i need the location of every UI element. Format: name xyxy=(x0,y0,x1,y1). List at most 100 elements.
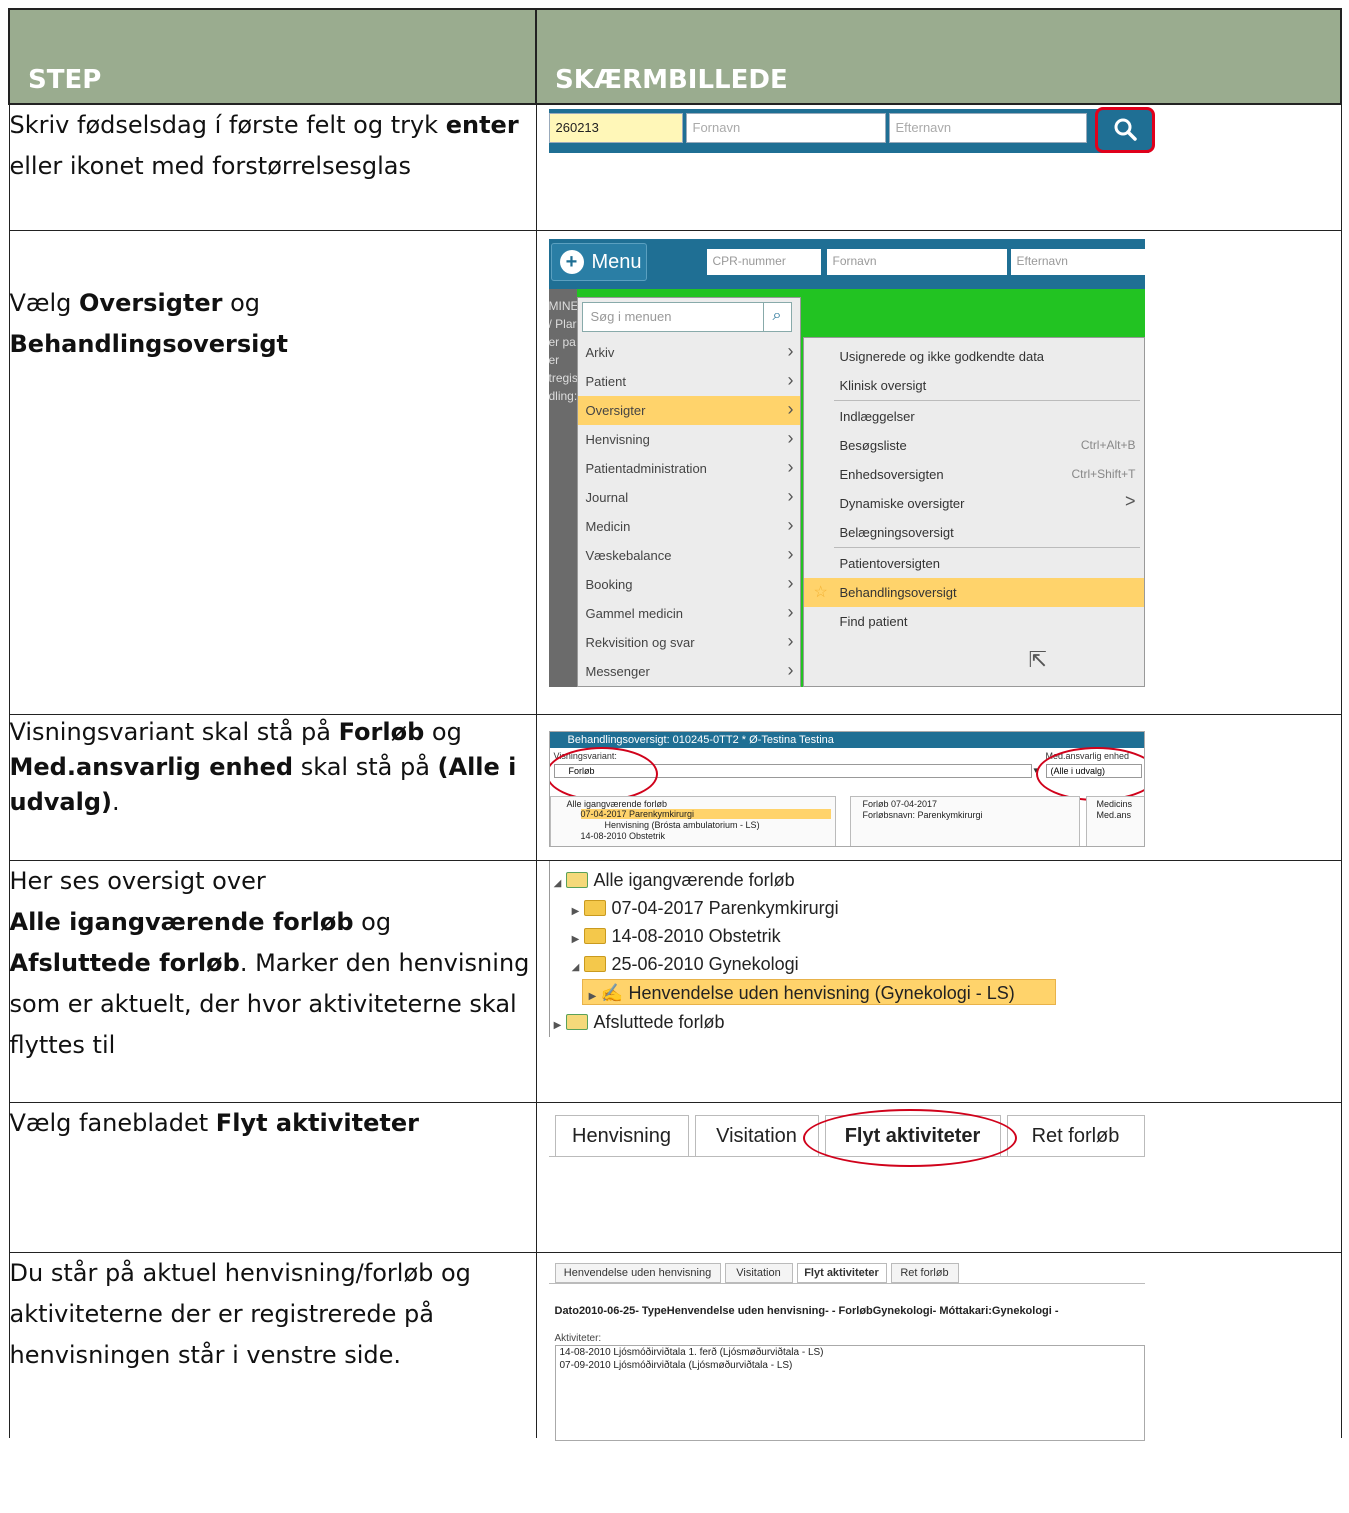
detail-panel: Forløb 07-04-2017 Forløbsnavn: Parenkymk… xyxy=(849,795,1080,846)
mouse-cursor-icon: ⇱ xyxy=(1028,646,1047,672)
menu-item-rekvisition[interactable]: Rekvisition og svar › xyxy=(578,628,800,657)
forlob-info: Dato2010-06-25- TypeHenvendelse uden hen… xyxy=(554,1304,1059,1317)
menu-item-messenger[interactable]: Messenger › xyxy=(578,657,800,686)
tree-panel: Alle igangværende forløb 07-04-2017 Pare… xyxy=(549,795,836,846)
tab-divider xyxy=(548,1282,1145,1284)
menu-item-journal[interactable]: Journal › xyxy=(578,483,800,512)
submenu-item-patientoversigten[interactable]: Patientoversigten xyxy=(804,549,1144,578)
submenu-oversigter: Usignerede og ikke godkendte data Klinis… xyxy=(802,336,1145,687)
screenshot-6: Henvendelse uden henvisning Visitation F… xyxy=(535,1251,1342,1443)
expand-triangle-icon: ▶ xyxy=(571,905,580,917)
menu-button[interactable]: + Menu xyxy=(550,242,647,281)
submenu-item-usignerede[interactable]: Usignerede og ikke godkendte data xyxy=(804,342,1144,371)
patient-search-bar: 260213 Fornavn Efternavn xyxy=(548,107,1155,153)
screenshot-3: Behandlingsoversigt: 010245-0TT2 * Ø-Tes… xyxy=(535,713,1342,861)
detail-text: Forløbsnavn: Parenkymkirurgi xyxy=(862,809,983,820)
tree-item[interactable]: 07-04-2017 Parenkymkirurgi xyxy=(580,808,831,819)
step-row-3: Visningsvariant skal stå på Forløb og Me… xyxy=(8,713,1342,861)
search-icon[interactable]: ⌕ xyxy=(762,302,791,331)
list-item[interactable]: 07-09-2010 Ljósmóðirviðtala (Ljósmøðurvi… xyxy=(556,1359,1144,1372)
chevron-right-icon: › xyxy=(787,456,794,477)
screenshot-4: ◢ Alle igangværende forløb ▶ 07-04-2017 Pa… xyxy=(535,859,1342,1103)
tab-ret-forlob[interactable]: Ret forløb xyxy=(1006,1114,1145,1157)
menu-item-vaeskebalance[interactable]: Væskebalance › xyxy=(578,541,800,570)
tree-item[interactable]: Alle igangværende forløb xyxy=(567,799,668,809)
background-sidebar: MINE / Plar er pa er tregis dling: xyxy=(548,288,579,687)
tree-item-henvendelse[interactable]: ▶ ✍ Henvendelse uden henvisning (Gynekolog… xyxy=(581,978,1056,1005)
chevron-right-icon: › xyxy=(787,543,794,564)
last-name-field[interactable]: Efternavn xyxy=(1010,248,1145,275)
behandlingsoversigt-screenshot: Behandlingsoversigt: 010245-0TT2 * Ø-Tes… xyxy=(548,730,1145,847)
expand-triangle-icon: ▶ xyxy=(588,990,597,1002)
tab-ret-forlob[interactable]: Ret forløb xyxy=(890,1262,959,1283)
menu-item-patientadministration[interactable]: Patientadministration › xyxy=(578,454,800,483)
expand-triangle-icon: ▶ xyxy=(571,933,580,945)
tree-item-forlob[interactable]: ▶ 14-08-2010 Obstetrik xyxy=(568,923,781,949)
list-item[interactable]: 14-08-2010 Ljósmóðirviðtala 1. ferð (Ljó… xyxy=(556,1346,1144,1359)
plus-icon: + xyxy=(559,249,584,274)
first-name-field[interactable]: Fornavn xyxy=(826,248,1007,275)
cpr-field[interactable]: CPR-nummer xyxy=(706,248,821,275)
chevron-right-icon: › xyxy=(787,514,794,535)
tab-henvendelse[interactable]: Henvendelse uden henvisning xyxy=(554,1262,721,1283)
menu-item-oversigter[interactable]: Oversigter › xyxy=(577,395,800,425)
menu-item-gammel-medicin[interactable]: Gammel medicin › xyxy=(578,599,800,628)
expand-triangle-icon: ▶ xyxy=(553,1019,562,1031)
detail-text: Forløb 07-04-2017 xyxy=(862,798,938,809)
tree-item-forlob[interactable]: ◢ 25-06-2010 Gynekologi xyxy=(568,951,799,977)
tree-item[interactable]: Henvisning (Brósta ambulatorium - LS) xyxy=(605,820,760,830)
tab-flyt-aktiviteter[interactable]: Flyt aktiviteter xyxy=(796,1262,887,1283)
tree-item-alle-igangvaerende[interactable]: ◢ Alle igangværende forløb xyxy=(550,867,795,893)
menu-item-arkiv[interactable]: Arkiv › xyxy=(578,338,800,367)
tab-bar: Henvisning Visitation Flyt aktiviteter R… xyxy=(548,1108,1145,1167)
tree-item[interactable]: 14-08-2010 Obstetrik xyxy=(581,831,666,841)
forlob-tree: ◢ Alle igangværende forløb ▶ 07-04-2017 Pa… xyxy=(548,860,1056,1037)
submenu-item-klinisk-oversigt[interactable]: Klinisk oversigt xyxy=(804,371,1144,400)
chevron-right-icon: › xyxy=(787,485,794,506)
search-icon xyxy=(1114,118,1137,141)
folder-hand-icon xyxy=(583,927,606,944)
last-name-field[interactable]: Efternavn xyxy=(888,113,1087,143)
tree-item-afsluttede[interactable]: ▶ Afsluttede forløb xyxy=(550,1009,725,1035)
signature-icon: ✍ xyxy=(600,982,623,1003)
chevron-right-icon: › xyxy=(787,427,794,448)
menu-item-medicin[interactable]: Medicin › xyxy=(578,512,800,541)
tree-item-forlob[interactable]: ▶ 07-04-2017 Parenkymkirurgi xyxy=(568,895,839,921)
submenu-item-behandlingsoversigt[interactable]: ☆ Behandlingsoversigt xyxy=(803,577,1144,607)
cpr-field[interactable]: 260213 xyxy=(548,113,683,143)
search-button[interactable] xyxy=(1094,107,1155,153)
instruction-table: STEP SKÆRMBILLEDE Skriv fødselsdag í før… xyxy=(8,8,1342,1443)
tab-visitation[interactable]: Visitation xyxy=(724,1262,793,1283)
right-panel: Medicins Med.ans xyxy=(1085,795,1144,846)
header-step: STEP xyxy=(8,8,537,105)
menu-item-patient[interactable]: Patient › xyxy=(578,367,800,396)
submenu-item-dynamiske-oversigter[interactable]: Dynamiske oversigter > xyxy=(804,489,1144,518)
chevron-right-icon: > xyxy=(1124,490,1136,511)
menu-item-booking[interactable]: Booking › xyxy=(578,570,800,599)
tab-henvisning[interactable]: Henvisning xyxy=(554,1114,689,1157)
main-menu-panel: Søg i menuen ⌕ Arkiv › Patient › Oversigte… xyxy=(576,296,801,687)
submenu-item-enhedsoversigten[interactable]: Enhedsoversigten Ctrl+Shift+T xyxy=(804,460,1144,489)
tab-visitation[interactable]: Visitation xyxy=(694,1114,819,1157)
menu-search-input[interactable]: Søg i menuen ⌕ xyxy=(581,301,792,332)
top-bar: + Menu CPR-nummer Fornavn Efternavn xyxy=(548,238,1145,289)
folder-hand-icon xyxy=(583,955,606,972)
detail-text: Med.ans xyxy=(1096,809,1132,820)
first-name-field[interactable]: Fornavn xyxy=(685,113,886,143)
submenu-item-find-patient[interactable]: Find patient xyxy=(804,607,1144,636)
folder-hand-icon xyxy=(583,899,606,916)
step-row-2: Vælg Oversigter og Behandlingsoversigt +… xyxy=(8,229,1342,715)
submenu-item-indlaeggelser[interactable]: Indlæggelser xyxy=(804,402,1144,431)
submenu-item-belaegningsoversigt[interactable]: Belægningsoversigt xyxy=(804,518,1144,547)
step-row-1: Skriv fødselsdag í første felt og tryk e… xyxy=(8,103,1342,231)
screenshot-5: Henvisning Visitation Flyt aktiviteter R… xyxy=(535,1101,1342,1253)
step-row-6: Du står på aktuel henvisning/forløb og a… xyxy=(8,1251,1342,1443)
aktiviteter-label: Aktiviteter: xyxy=(554,1332,602,1344)
submenu-item-besogsliste[interactable]: Besøgsliste Ctrl+Alt+B xyxy=(804,431,1144,460)
menu-item-henvisning[interactable]: Henvisning › xyxy=(578,425,800,454)
chevron-right-icon: › xyxy=(787,369,794,390)
step-row-4: Her ses oversigt over Alle igangværende … xyxy=(8,859,1342,1103)
aktiviteter-list: 14-08-2010 Ljósmóðirviðtala 1. ferð (Ljó… xyxy=(554,1344,1145,1441)
step-row-5: Vælg fanebladet Flyt aktiviteter Henvisn… xyxy=(8,1101,1342,1253)
window-title: Behandlingsoversigt: 010245-0TT2 * Ø-Tes… xyxy=(549,731,1144,748)
